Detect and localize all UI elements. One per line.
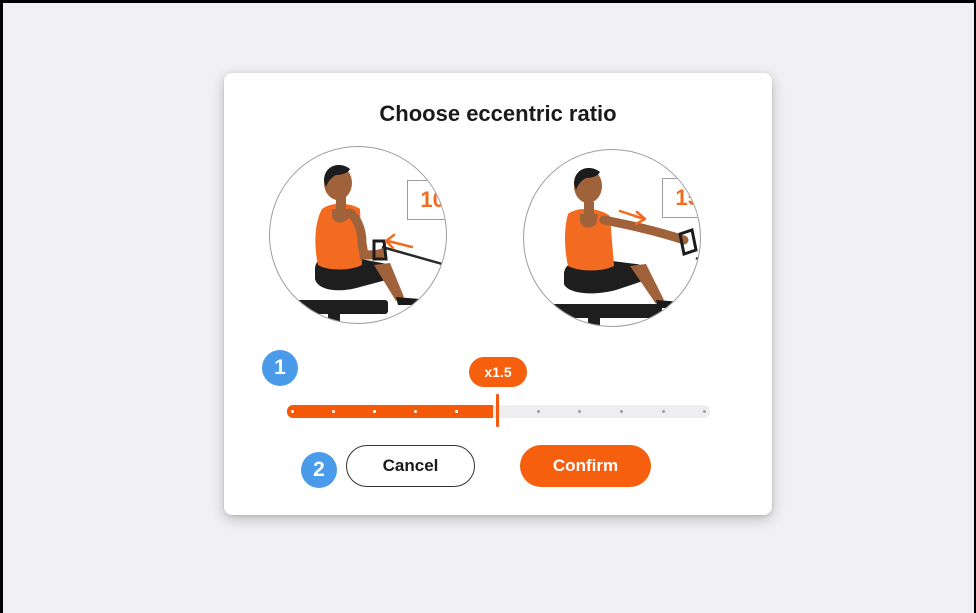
rower-extended-illustration — [550, 168, 700, 326]
weight-value: 15 — [675, 185, 700, 210]
slider-fill — [287, 405, 493, 418]
arrow-right-icon — [618, 209, 647, 226]
slider-tick — [703, 410, 706, 413]
slider-tick — [455, 410, 458, 413]
eccentric-ratio-dialog: Choose eccentric ratio 10 kg — [224, 73, 772, 515]
ratio-value-label: x1.5 — [469, 357, 527, 387]
weight-value: 10 — [420, 187, 445, 212]
arrow-left-icon — [384, 233, 414, 250]
weight-display-left: 10 kg — [407, 180, 447, 220]
cancel-button[interactable]: Cancel — [346, 445, 475, 487]
slider-tick — [373, 410, 376, 413]
step-badge-2: 2 — [301, 452, 337, 488]
slider-tick — [291, 410, 294, 413]
illustration-release-phase: 15 kg — [523, 149, 701, 327]
dialog-title: Choose eccentric ratio — [379, 101, 617, 126]
step-badge-1: 1 — [262, 350, 298, 386]
illustration-pull-phase: 10 kg — [269, 146, 447, 324]
slider-tick — [332, 410, 335, 413]
slider-tick — [578, 410, 581, 413]
confirm-button[interactable]: Confirm — [520, 445, 651, 487]
slider-thumb[interactable] — [496, 394, 499, 427]
slider-tick — [537, 410, 540, 413]
slider-tick — [662, 410, 665, 413]
slider-tick — [414, 410, 417, 413]
slider-tick — [620, 410, 623, 413]
weight-unit: kg — [446, 196, 447, 211]
eccentric-ratio-slider[interactable] — [287, 394, 712, 427]
weight-display-right: 15 kg — [662, 178, 700, 218]
rower-pulling-illustration — [290, 165, 446, 323]
